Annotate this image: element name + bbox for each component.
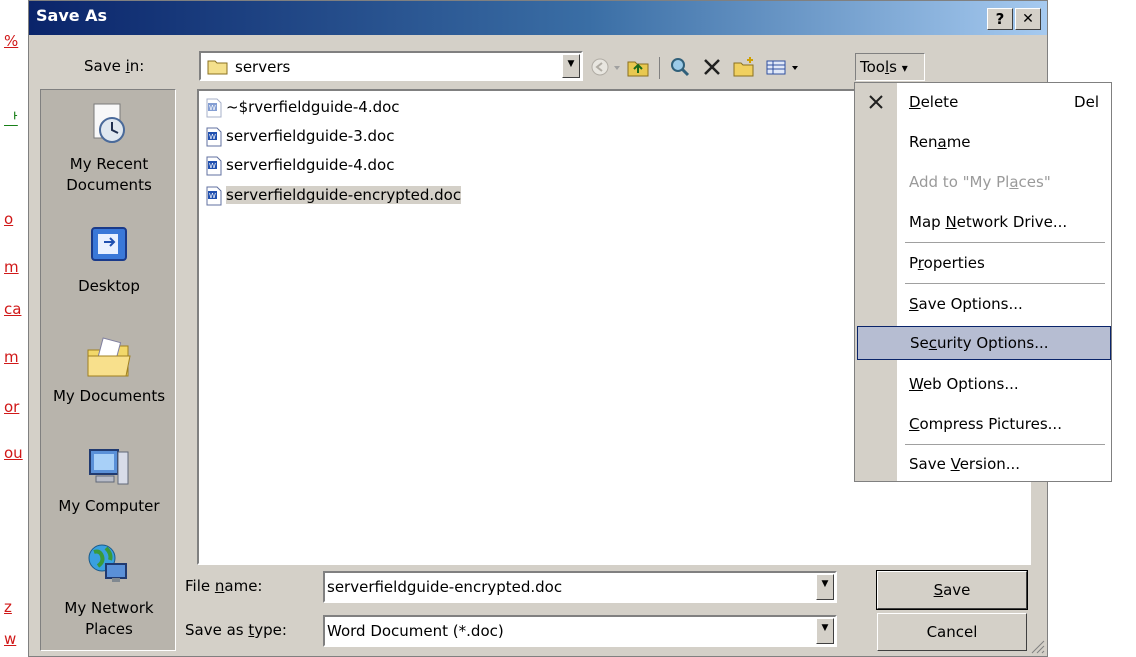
save-in-label: Save in:: [84, 57, 145, 75]
close-button[interactable]: ✕: [1015, 8, 1041, 30]
cancel-button[interactable]: Cancel: [877, 613, 1027, 651]
delete-icon: [869, 95, 883, 109]
places-bar: My Recent Documents Desktop My Documents: [40, 89, 176, 651]
place-label: Desktop: [78, 277, 140, 295]
menu-item-add-to-my-places: Add to "My Places": [909, 173, 1051, 191]
file-name: serverfieldguide-3.doc: [226, 127, 395, 145]
bg-fragment: z: [4, 598, 12, 616]
menu-item-security-options[interactable]: Security Options...: [857, 326, 1111, 360]
tools-menu-button[interactable]: Tools ▾: [855, 53, 925, 81]
menu-item-properties[interactable]: Properties: [897, 246, 1109, 280]
chevron-down-icon: ▼: [821, 623, 829, 633]
menu-item-save-version[interactable]: Save Version...: [897, 447, 1109, 481]
place-label: My Documents: [52, 387, 166, 405]
views-icon[interactable]: [763, 53, 789, 81]
word-document-icon: W: [206, 186, 222, 205]
file-name-label: File name:: [185, 577, 263, 595]
folder-documents-icon: [87, 337, 131, 377]
menu-item-rename[interactable]: Rename: [897, 125, 1109, 159]
bg-fragment: m: [4, 348, 19, 366]
network-icon: [88, 544, 127, 582]
menu-icon-strip: [855, 83, 897, 481]
save-as-type-label: Save as type:: [185, 621, 287, 639]
bg-fragment: w: [4, 630, 17, 648]
svg-text:W: W: [209, 133, 216, 141]
desktop-icon: [91, 227, 127, 261]
list-item[interactable]: W serverfieldguide-3.doc: [205, 124, 394, 148]
chevron-down-icon: ▼: [567, 59, 575, 69]
save-as-type-dropdown-button[interactable]: ▼: [816, 618, 834, 644]
chevron-down-icon: ▼: [821, 579, 829, 589]
place-label: My Computer: [58, 497, 160, 515]
save-as-type-value: Word Document (*.doc): [327, 622, 504, 640]
toolbar-separator: [659, 57, 660, 79]
delete-icon[interactable]: [699, 53, 725, 81]
word-document-icon: W: [206, 156, 222, 175]
back-dropdown-icon[interactable]: [611, 53, 623, 81]
svg-text:W: W: [209, 162, 216, 170]
menu-item-map-network-drive[interactable]: Map Network Drive...: [897, 205, 1109, 239]
svg-text:W: W: [209, 192, 216, 200]
bg-fragment: m: [4, 258, 19, 276]
list-item-selected[interactable]: W serverfieldguide-encrypted.doc: [205, 183, 462, 207]
file-name-input[interactable]: serverfieldguide-encrypted.doc ▼: [323, 571, 837, 603]
file-name-dropdown-button[interactable]: ▼: [816, 574, 834, 600]
dialog-title: Save As: [36, 6, 108, 25]
bg-fragment: ca: [4, 300, 22, 318]
recent-documents-icon: [93, 103, 125, 143]
new-folder-icon[interactable]: [731, 53, 757, 81]
shortcut-label: Del: [1074, 93, 1099, 111]
bg-fragment: o: [4, 210, 14, 228]
svg-text:W: W: [209, 104, 216, 112]
file-name: ~$rverfieldguide-4.doc: [226, 98, 400, 116]
computer-icon: [89, 449, 129, 485]
place-label: My Network Places: [64, 599, 154, 638]
resize-grip-icon[interactable]: [1029, 638, 1045, 654]
file-name: serverfieldguide-4.doc: [226, 156, 395, 174]
up-one-level-icon[interactable]: [625, 53, 651, 81]
back-icon[interactable]: [587, 53, 613, 81]
menu-separator: [905, 242, 1105, 243]
title-bar[interactable]: Save As ? ✕: [29, 1, 1047, 35]
menu-item-web-options[interactable]: Web Options...: [897, 367, 1109, 401]
menu-item-delete[interactable]: Delete Del: [897, 85, 1109, 119]
save-in-dropdown[interactable]: servers ▼: [199, 51, 583, 81]
views-dropdown-icon[interactable]: [789, 53, 801, 81]
help-button[interactable]: ?: [987, 8, 1013, 30]
search-web-icon[interactable]: [667, 53, 693, 81]
tools-menu: Delete Del Rename Add to "My Places" Map …: [854, 82, 1112, 482]
place-label: My Recent Documents: [66, 155, 152, 194]
file-name-value: serverfieldguide-encrypted.doc: [327, 578, 563, 596]
save-in-dropdown-button[interactable]: ▼: [562, 54, 580, 78]
save-button[interactable]: Save: [876, 570, 1028, 610]
file-name: serverfieldguide-encrypted.doc: [226, 186, 462, 204]
menu-separator: [905, 283, 1105, 284]
bg-fragment: %: [4, 32, 19, 50]
folder-icon: [207, 60, 228, 75]
save-as-type-dropdown[interactable]: Word Document (*.doc) ▼: [323, 615, 837, 647]
word-document-icon: W: [206, 98, 222, 117]
menu-item-save-options[interactable]: Save Options...: [897, 287, 1109, 321]
menu-item-compress-pictures[interactable]: Compress Pictures...: [897, 407, 1109, 441]
chevron-down-icon: ▾: [901, 61, 908, 75]
word-document-icon: W: [206, 127, 222, 146]
save-in-value: servers: [235, 58, 291, 76]
bg-fragment: ᅡ: [4, 110, 18, 128]
menu-separator: [905, 444, 1105, 445]
list-item[interactable]: W ~$rverfieldguide-4.doc: [205, 95, 400, 119]
bg-fragment: ou: [4, 444, 23, 462]
list-item[interactable]: W serverfieldguide-4.doc: [205, 153, 394, 177]
bg-fragment: or: [4, 398, 20, 416]
